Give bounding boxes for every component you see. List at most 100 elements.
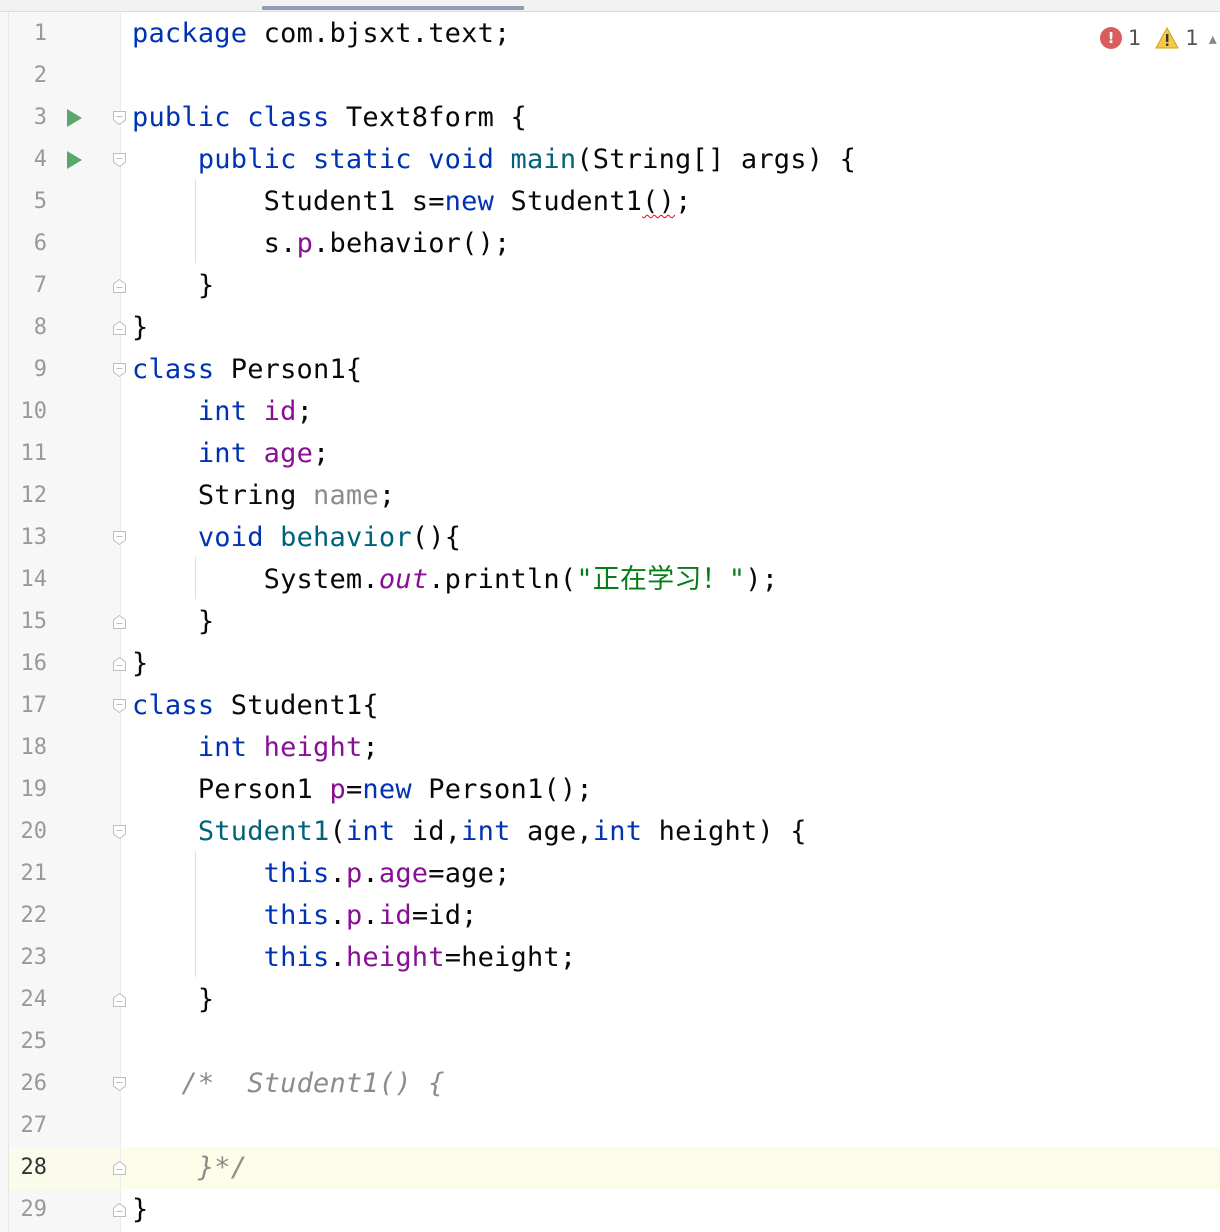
fold-end-icon[interactable] (112, 614, 127, 630)
code-text[interactable]: Student1(int id,int age,int height) { (132, 811, 807, 853)
code-line[interactable]: 15 } (0, 601, 1220, 643)
line-number[interactable]: 5 (9, 181, 47, 223)
line-number[interactable]: 24 (9, 979, 48, 1021)
line-number[interactable]: 6 (9, 223, 47, 265)
code-line[interactable]: 29} (0, 1189, 1220, 1231)
code-text[interactable]: public static void main(String[] args) { (132, 139, 856, 181)
code-text[interactable]: void behavior(){ (132, 517, 461, 559)
line-number[interactable]: 23 (9, 937, 48, 979)
code-line[interactable]: 24 } (0, 979, 1220, 1021)
code-line[interactable]: 9 class Person1{ (0, 349, 1220, 391)
line-number[interactable]: 29 (9, 1189, 48, 1231)
fold-end-icon[interactable] (112, 656, 127, 672)
line-number[interactable]: 27 (9, 1105, 48, 1147)
line-number[interactable]: 25 (9, 1021, 48, 1063)
code-text[interactable]: this.height=height; (132, 937, 576, 979)
code-text[interactable]: int age; (132, 433, 330, 475)
code-line[interactable]: 16} (0, 643, 1220, 685)
line-number[interactable]: 1 (9, 13, 47, 55)
code-text[interactable]: } (132, 979, 214, 1021)
code-line[interactable]: 11 int age; (0, 433, 1220, 475)
line-number[interactable]: 16 (9, 643, 48, 685)
line-number[interactable]: 7 (9, 265, 47, 307)
code-text[interactable]: } (132, 601, 214, 643)
line-number[interactable]: 22 (9, 895, 48, 937)
line-number[interactable]: 10 (9, 391, 48, 433)
code-text[interactable]: } (132, 265, 214, 307)
inspection-widget[interactable]: ! 1 1 ▴ (1100, 24, 1217, 52)
code-line[interactable]: 2 (0, 55, 1220, 97)
code-text[interactable]: }*/ (132, 1147, 247, 1189)
code-text[interactable]: package com.bjsxt.text; (132, 13, 511, 55)
run-gutter-icon[interactable] (67, 109, 82, 127)
fold-end-icon[interactable] (112, 278, 127, 294)
line-number[interactable]: 13 (9, 517, 48, 559)
fold-end-icon[interactable] (112, 992, 127, 1008)
line-number[interactable]: 20 (9, 811, 48, 853)
fold-end-icon[interactable] (112, 1202, 127, 1218)
code-line[interactable]: 14 System.out.println("正在学习！"); (0, 559, 1220, 601)
line-number[interactable]: 15 (9, 601, 48, 643)
code-line[interactable]: 3 public class Text8form { (0, 97, 1220, 139)
code-text[interactable]: public class Text8form { (132, 97, 527, 139)
warning-count[interactable]: 1 (1155, 26, 1199, 50)
line-number[interactable]: 19 (9, 769, 48, 811)
line-number[interactable]: 21 (9, 853, 48, 895)
fold-start-icon[interactable] (112, 530, 127, 546)
code-line[interactable]: 25 (0, 1021, 1220, 1063)
line-number[interactable]: 8 (9, 307, 47, 349)
code-text[interactable]: /* Student1() { (132, 1063, 445, 1105)
code-text[interactable]: } (132, 307, 148, 349)
line-number[interactable]: 12 (9, 475, 48, 517)
run-gutter-icon[interactable] (67, 151, 82, 169)
line-number[interactable]: 9 (9, 349, 47, 391)
code-text[interactable]: class Person1{ (132, 349, 362, 391)
code-line[interactable]: 22 this.p.id=id; (0, 895, 1220, 937)
code-line[interactable]: 8} (0, 307, 1220, 349)
code-line[interactable]: 20 Student1(int id,int age,int height) { (0, 811, 1220, 853)
code-text[interactable]: System.out.println("正在学习！"); (132, 559, 778, 601)
code-text[interactable]: int id; (132, 391, 313, 433)
line-number[interactable]: 2 (9, 55, 47, 97)
error-count[interactable]: ! 1 (1100, 26, 1141, 50)
code-line[interactable]: 4 public static void main(String[] args)… (0, 139, 1220, 181)
line-number[interactable]: 18 (9, 727, 48, 769)
code-line[interactable]: 1 package com.bjsxt.text; (0, 13, 1220, 55)
more-arrow-icon[interactable]: ▴ (1209, 29, 1217, 48)
code-text[interactable]: class Student1{ (132, 685, 379, 727)
fold-start-icon[interactable] (112, 110, 127, 126)
fold-start-icon[interactable] (112, 1076, 127, 1092)
code-text[interactable]: this.p.age=age; (132, 853, 511, 895)
code-text[interactable]: int height; (132, 727, 379, 769)
code-text[interactable]: String name; (132, 475, 395, 517)
code-text[interactable]: this.p.id=id; (132, 895, 478, 937)
line-number[interactable]: 4 (9, 139, 47, 181)
fold-start-icon[interactable] (112, 824, 127, 840)
line-number[interactable]: 3 (9, 97, 47, 139)
code-text[interactable]: } (132, 643, 148, 685)
line-number[interactable]: 14 (9, 559, 48, 601)
code-text[interactable]: Student1 s=new Student1(); (132, 181, 692, 223)
code-line[interactable]: 12 String name; (0, 475, 1220, 517)
code-line[interactable]: 19 Person1 p=new Person1(); (0, 769, 1220, 811)
code-line[interactable]: 23 this.height=height; (0, 937, 1220, 979)
line-number[interactable]: 11 (9, 433, 48, 475)
fold-start-icon[interactable] (112, 698, 127, 714)
code-line[interactable]: 5 Student1 s=new Student1(); (0, 181, 1220, 223)
fold-end-icon[interactable] (112, 1160, 127, 1176)
code-text[interactable]: } (132, 1189, 148, 1231)
code-line[interactable]: 21 this.p.age=age; (0, 853, 1220, 895)
line-number[interactable]: 28 (9, 1147, 48, 1189)
code-line[interactable]: 7 } (0, 265, 1220, 307)
code-text[interactable]: Person1 p=new Person1(); (132, 769, 593, 811)
code-line[interactable]: 26 /* Student1() { (0, 1063, 1220, 1105)
fold-start-icon[interactable] (112, 362, 127, 378)
code-line[interactable]: 27 (0, 1105, 1220, 1147)
code-line[interactable]: 28 }*/ (0, 1147, 1220, 1189)
code-line[interactable]: 6 s.p.behavior(); (0, 223, 1220, 265)
code-line[interactable]: 17 class Student1{ (0, 685, 1220, 727)
code-line[interactable]: 10 int id; (0, 391, 1220, 433)
code-text[interactable]: s.p.behavior(); (132, 223, 511, 265)
line-number[interactable]: 17 (9, 685, 48, 727)
fold-start-icon[interactable] (112, 152, 127, 168)
